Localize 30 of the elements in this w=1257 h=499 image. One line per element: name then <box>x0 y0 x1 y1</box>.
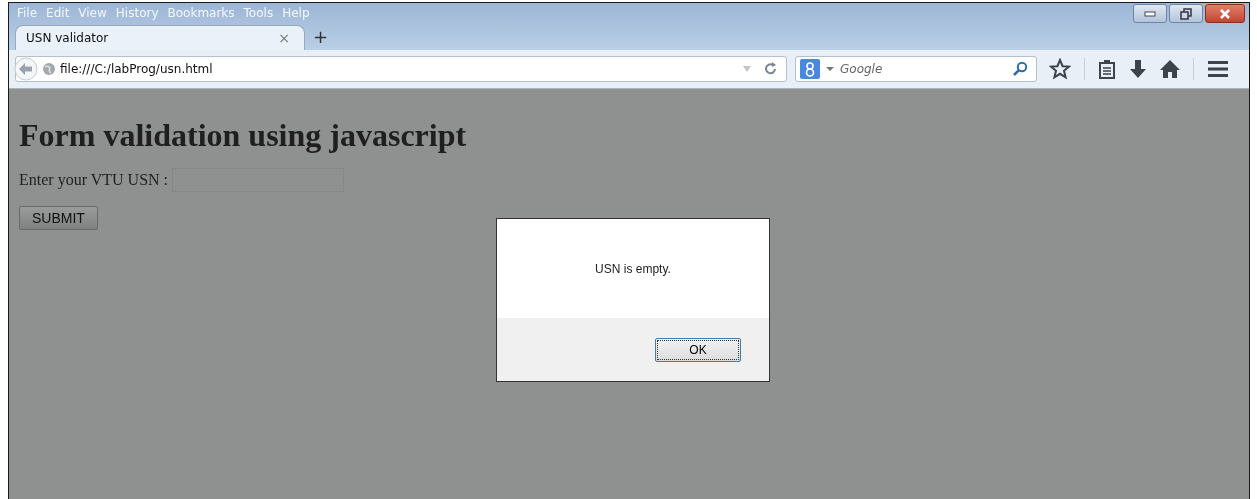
search-icon[interactable] <box>1012 61 1028 77</box>
alert-message: USN is empty. <box>595 261 671 276</box>
search-field[interactable]: Google <box>795 56 1037 82</box>
search-placeholder: Google <box>840 62 883 76</box>
address-bar[interactable]: file:///C:/labProg/usn.html <box>15 56 787 82</box>
tab-title: USN validator <box>26 31 109 45</box>
star-icon[interactable] <box>1049 58 1071 80</box>
new-tab-button[interactable]: + <box>313 26 329 47</box>
minimize-icon <box>1144 10 1156 17</box>
close-icon <box>1219 8 1231 19</box>
url-text: file:///C:/labProg/usn.html <box>60 62 213 76</box>
clipboard-icon[interactable] <box>1098 59 1116 79</box>
download-icon[interactable] <box>1129 59 1147 79</box>
home-icon[interactable] <box>1160 59 1180 79</box>
globe-icon <box>42 62 56 76</box>
menu-icon[interactable] <box>1207 60 1229 78</box>
close-button[interactable] <box>1205 4 1245 23</box>
reload-icon[interactable] <box>764 62 778 76</box>
restore-button[interactable] <box>1169 4 1203 23</box>
restore-icon <box>1180 7 1192 20</box>
ok-button[interactable]: OK <box>655 337 741 362</box>
usn-label: Enter your VTU USN : <box>19 171 169 189</box>
minimize-button[interactable] <box>1133 4 1167 23</box>
search-engine-icon[interactable] <box>800 59 820 79</box>
browser-tab[interactable]: USN validator × <box>15 25 305 50</box>
submit-button[interactable]: SUBMIT <box>19 206 98 230</box>
caret-icon[interactable] <box>826 66 834 72</box>
page-heading: Form validation using javascript <box>19 117 468 154</box>
back-icon[interactable] <box>14 57 38 81</box>
tab-close-button[interactable]: × <box>278 30 290 46</box>
